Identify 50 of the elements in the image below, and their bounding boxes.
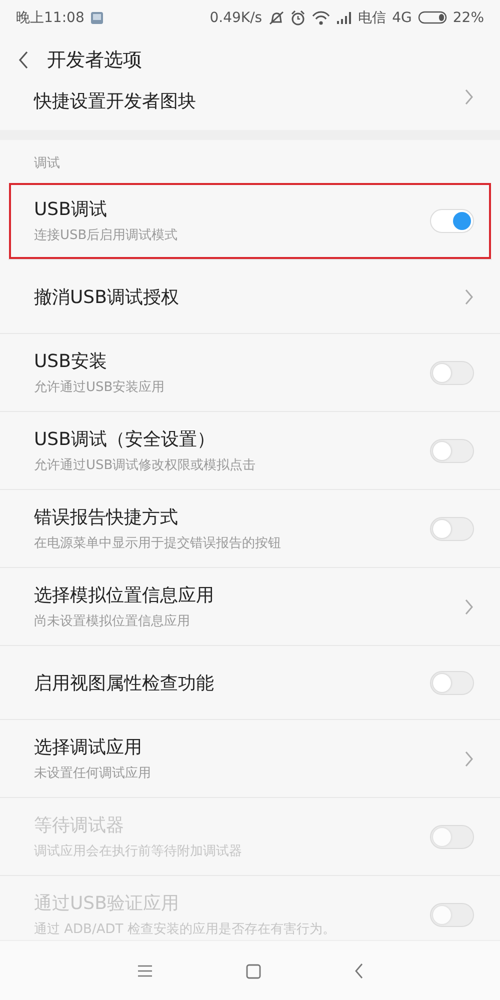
back-nav-button[interactable] — [355, 963, 364, 979]
setting-description: 尚未设置模拟位置信息应用 — [34, 613, 191, 630]
mute-bell-icon — [268, 10, 284, 26]
toggle-switch[interactable] — [430, 208, 474, 232]
chevron-icon — [465, 750, 474, 766]
image-notification-icon — [90, 10, 104, 24]
toggle-switch[interactable] — [430, 670, 474, 694]
home-button[interactable] — [246, 964, 262, 978]
setting-row[interactable]: USB安装 允许通过USB安装应用 — [0, 334, 500, 412]
battery-percent: 22% — [452, 10, 484, 26]
setting-row[interactable]: 启用视图属性检查功能 — [0, 646, 500, 720]
toggle-switch[interactable] — [430, 516, 474, 540]
setting-title: USB调试（安全设置） — [34, 428, 216, 451]
battery-icon — [418, 11, 447, 24]
setting-description: 在电源菜单中显示用于提交错误报告的按钮 — [34, 535, 282, 552]
menu-button[interactable] — [136, 964, 153, 978]
signal-icon — [336, 10, 352, 24]
setting-title: 启用视图属性检查功能 — [34, 672, 215, 694]
setting-title: 错误报告快捷方式 — [34, 506, 179, 529]
network-type: 4G — [392, 10, 412, 26]
toggle-switch[interactable] — [430, 360, 474, 384]
chevron-icon — [465, 598, 474, 614]
chevron-icon — [465, 89, 474, 105]
setting-row[interactable]: USB调试（安全设置） 允许通过USB调试修改权限或模拟点击 — [0, 412, 500, 490]
alarm-icon — [290, 10, 306, 26]
setting-row[interactable]: 选择模拟位置信息应用 尚未设置模拟位置信息应用 — [0, 568, 500, 646]
setting-row[interactable]: USB调试 连接USB后启用调试模式 — [8, 182, 492, 260]
setting-title: 选择调试应用 — [34, 736, 143, 759]
status-time: 晚上11:08 — [16, 8, 84, 26]
setting-row[interactable]: 选择调试应用 未设置任何调试应用 — [0, 720, 500, 798]
setting-description: 允许通过USB安装应用 — [34, 379, 166, 396]
setting-description: 允许通过USB调试修改权限或模拟点击 — [34, 457, 257, 474]
setting-title: 选择模拟位置信息应用 — [34, 584, 215, 607]
back-button[interactable] — [18, 51, 29, 69]
setting-row[interactable]: 快捷设置开发者图块 — [0, 85, 500, 130]
page-title: 开发者选项 — [47, 48, 142, 73]
toggle-switch[interactable] — [430, 438, 474, 462]
setting-title: USB调试 — [34, 198, 108, 221]
setting-row[interactable]: 撤消USB调试授权 — [0, 260, 500, 334]
setting-row[interactable]: 错误报告快捷方式 在电源菜单中显示用于提交错误报告的按钮 — [0, 490, 500, 568]
wifi-icon — [312, 10, 330, 25]
setting-description: 未设置任何调试应用 — [34, 765, 152, 782]
carrier-name: 电信 — [358, 8, 386, 26]
setting-title: 撤消USB调试授权 — [34, 286, 180, 308]
setting-title: 快捷设置开发者图块 — [34, 90, 197, 113]
setting-description: 连接USB后启用调试模式 — [34, 227, 179, 244]
setting-title: USB安装 — [34, 350, 108, 373]
chevron-icon — [465, 288, 474, 304]
network-speed: 0.49K/s — [210, 10, 262, 26]
section-header: 调试 — [33, 155, 61, 173]
